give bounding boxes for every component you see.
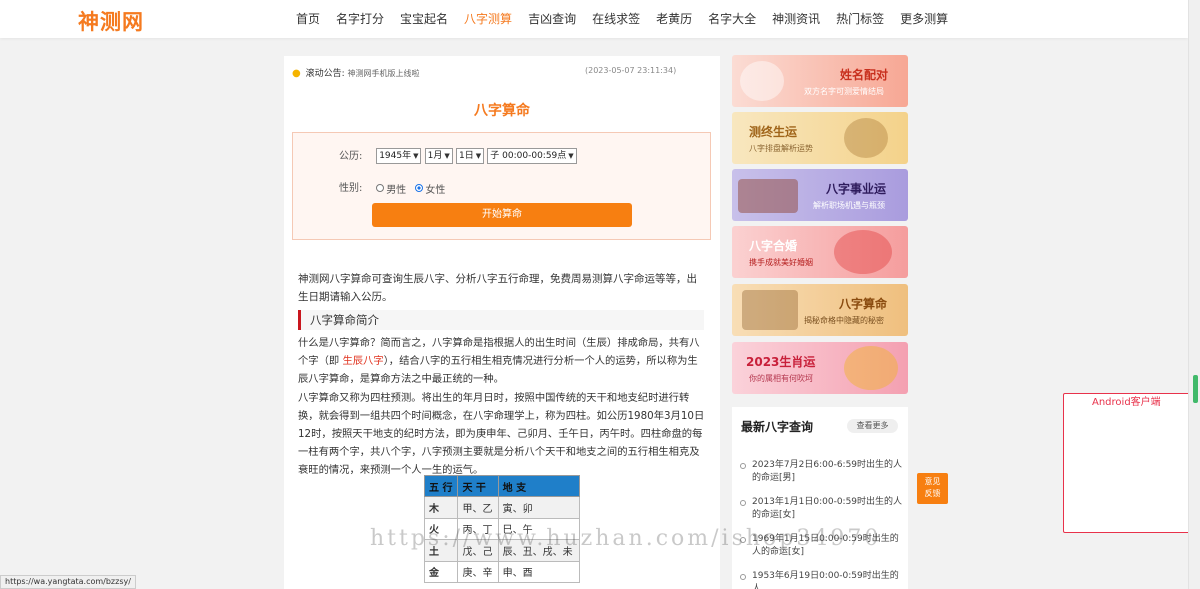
start-fortune-button[interactable]: 开始算命: [372, 203, 632, 227]
nav-more[interactable]: 更多测算: [892, 0, 956, 38]
scrollbar-thumb[interactable]: [1193, 375, 1198, 403]
nav-fortune-query[interactable]: 吉凶查询: [520, 0, 584, 38]
feedback-button[interactable]: 意见 反馈: [917, 473, 948, 504]
gender-row: 性别: 男性 女性: [339, 179, 451, 196]
paragraph-1: 什么是八字算命？简而言之，八字算命是指根据人的出生时间（生辰）排成命局，共有八个…: [298, 337, 700, 386]
banner-title: 测终生运: [749, 125, 798, 139]
banner-name-match[interactable]: 姓名配对 双方名字可测爱情结局: [732, 55, 908, 107]
banner-bazi-fortune[interactable]: 八字算命 揭秘命格中隐藏的秘密: [732, 284, 908, 336]
intro-paragraph: 神测网八字算命可查询生辰八字、分析八字五行命理，免费周易测算八字命运等等，出生日…: [298, 273, 697, 304]
table-header: 天 干: [457, 475, 499, 497]
nav-bazi[interactable]: 八字测算: [456, 0, 520, 38]
nav-home[interactable]: 首页: [288, 0, 328, 38]
watermark-text: https://www.huzhan.com/ishop34970: [370, 526, 882, 551]
hour-select[interactable]: 子 00:00-00:59点 ▼: [487, 148, 577, 164]
list-item[interactable]: 2023年7月2日6:00-6:59时出生的人的命运[男]: [739, 459, 904, 496]
nav-almanac[interactable]: 老黄历: [648, 0, 700, 38]
android-client-label[interactable]: Android客户端: [1092, 393, 1161, 408]
bird-illustration: [740, 61, 784, 101]
notice-label: 滚动公告:: [305, 69, 345, 79]
table-header: 地 支: [497, 475, 581, 497]
nav-name-score[interactable]: 名字打分: [328, 0, 392, 38]
section-heading: 八字算命简介: [298, 310, 704, 330]
banner-title: 2023生肖运: [746, 355, 816, 369]
notice-text[interactable]: 神测网手机版上线啦: [348, 69, 420, 78]
bazi-form: 公历: 1945年 ▼ 1月 ▼ 1日 ▼ 子 00:00-00:59点 ▼ 性别: 男…: [292, 132, 711, 240]
notice-bar: ● 滚动公告: 神测网手机版上线啦 (2023-05-07 23:11:34): [292, 66, 712, 80]
banner-subtitle: 你的属相有何吹坷: [749, 374, 813, 383]
lightbulb-icon: ●: [292, 68, 301, 79]
site-logo[interactable]: 神测网: [78, 6, 144, 36]
nav-news[interactable]: 神测资讯: [764, 0, 828, 38]
page-scrollbar[interactable]: [1188, 0, 1200, 589]
nav-name-list[interactable]: 名字大全: [700, 0, 764, 38]
gender-label: 性别:: [339, 183, 363, 194]
top-navigation-bar: 神测网 首页 名字打分 宝宝起名 八字测算 吉凶查询 在线求签 老黄历 名字大全…: [0, 0, 1188, 38]
banner-subtitle: 揭秘命格中隐藏的秘密: [804, 316, 884, 325]
main-content-card: ● 滚动公告: 神测网手机版上线啦 (2023-05-07 23:11:34) …: [284, 56, 720, 589]
android-client-popup[interactable]: Android客户端: [1063, 393, 1190, 533]
nav-online-lot[interactable]: 在线求签: [584, 0, 648, 38]
banner-zodiac-2023[interactable]: 2023生肖运 你的属相有何吹坷: [732, 342, 908, 394]
shengchen-bazi-link[interactable]: 生辰八字: [342, 355, 383, 367]
table-cell: 甲、乙: [457, 496, 499, 519]
list-item[interactable]: 1953年6月19日0:00-0:59时出生的人: [739, 570, 904, 589]
banner-marriage-match[interactable]: 八字合婚 携手成就美好婚姻: [732, 226, 908, 278]
latest-queries-card: 最新八字查询 查看更多 2023年7月2日6:00-6:59时出生的人的命运[男…: [732, 407, 908, 589]
female-label[interactable]: 女性: [425, 185, 445, 196]
table-cell: 金: [423, 560, 459, 583]
banner-title: 八字算命: [839, 297, 888, 311]
nav-hot-tags[interactable]: 热门标签: [828, 0, 892, 38]
table-header: 五 行: [423, 475, 459, 497]
table-row: 木 甲、乙 寅、卯: [423, 496, 581, 519]
banner-subtitle: 八字排盘解析运势: [749, 144, 813, 153]
chevron-down-icon: ▼: [475, 152, 482, 160]
latest-title: 最新八字查询: [741, 420, 814, 434]
article-body: 什么是八字算命？简而言之，八字算命是指根据人的出生时间（生辰）排成命局，共有八个…: [298, 334, 706, 480]
notice-time: (2023-05-07 23:11:34): [585, 66, 677, 75]
banner-subtitle: 解析职场机遇与瓶颈: [813, 201, 885, 210]
year-select[interactable]: 1945年 ▼: [376, 148, 422, 164]
male-label[interactable]: 男性: [386, 185, 406, 196]
couple-illustration: [834, 230, 892, 274]
bagua-illustration: [844, 118, 888, 158]
day-select[interactable]: 1日 ▼: [455, 148, 485, 164]
birth-date-row: 公历: 1945年 ▼ 1月 ▼ 1日 ▼ 子 00:00-00:59点 ▼: [339, 147, 577, 164]
table-row: 金 庚、辛 申、酉: [423, 560, 581, 583]
month-select[interactable]: 1月 ▼: [424, 148, 453, 164]
table-cell: 木: [423, 496, 459, 519]
chevron-down-icon: ▼: [444, 152, 450, 160]
main-nav: 首页 名字打分 宝宝起名 八字测算 吉凶查询 在线求签 老黄历 名字大全 神测资…: [288, 0, 956, 38]
view-more-button[interactable]: 查看更多: [847, 419, 898, 433]
banner-title: 姓名配对: [840, 68, 889, 82]
banner-title: 八字合婚: [749, 239, 798, 253]
table-cell: 申、酉: [497, 560, 581, 583]
nav-baby-naming[interactable]: 宝宝起名: [392, 0, 456, 38]
rabbit-illustration: [844, 346, 898, 390]
table-cell: 庚、辛: [457, 560, 499, 583]
banner-lifetime-fortune[interactable]: 测终生运 八字排盘解析运势: [732, 112, 908, 164]
banner-title: 八字事业运: [826, 182, 887, 196]
table-header-row: 五 行 天 干 地 支: [423, 475, 581, 497]
banner-career-fortune[interactable]: 八字事业运 解析职场机遇与瓶颈: [732, 169, 908, 221]
female-radio[interactable]: [415, 184, 424, 192]
banner-subtitle: 双方名字可测爱情结局: [804, 87, 884, 96]
writing-desk-illustration: [742, 290, 798, 330]
date-label: 公历:: [339, 151, 363, 162]
male-radio[interactable]: [376, 184, 385, 192]
desk-illustration: [738, 179, 798, 213]
table-cell: 寅、卯: [497, 496, 581, 519]
chevron-down-icon: ▼: [413, 152, 419, 160]
latest-list: 2023年7月2日6:00-6:59时出生的人的命运[男] 2013年1月1日0…: [739, 459, 904, 589]
page-title: 八字算命: [474, 103, 530, 119]
paragraph-2: 八字算命又称为四柱预测。将出生的年月日时，按照中国传统的天干和地支纪时进行转换，…: [298, 391, 705, 477]
banner-subtitle: 携手成就美好婚姻: [749, 258, 813, 267]
chevron-down-icon: ▼: [568, 152, 574, 160]
status-bar-url: https://wa.yangtata.com/bzzsy/: [0, 575, 136, 589]
